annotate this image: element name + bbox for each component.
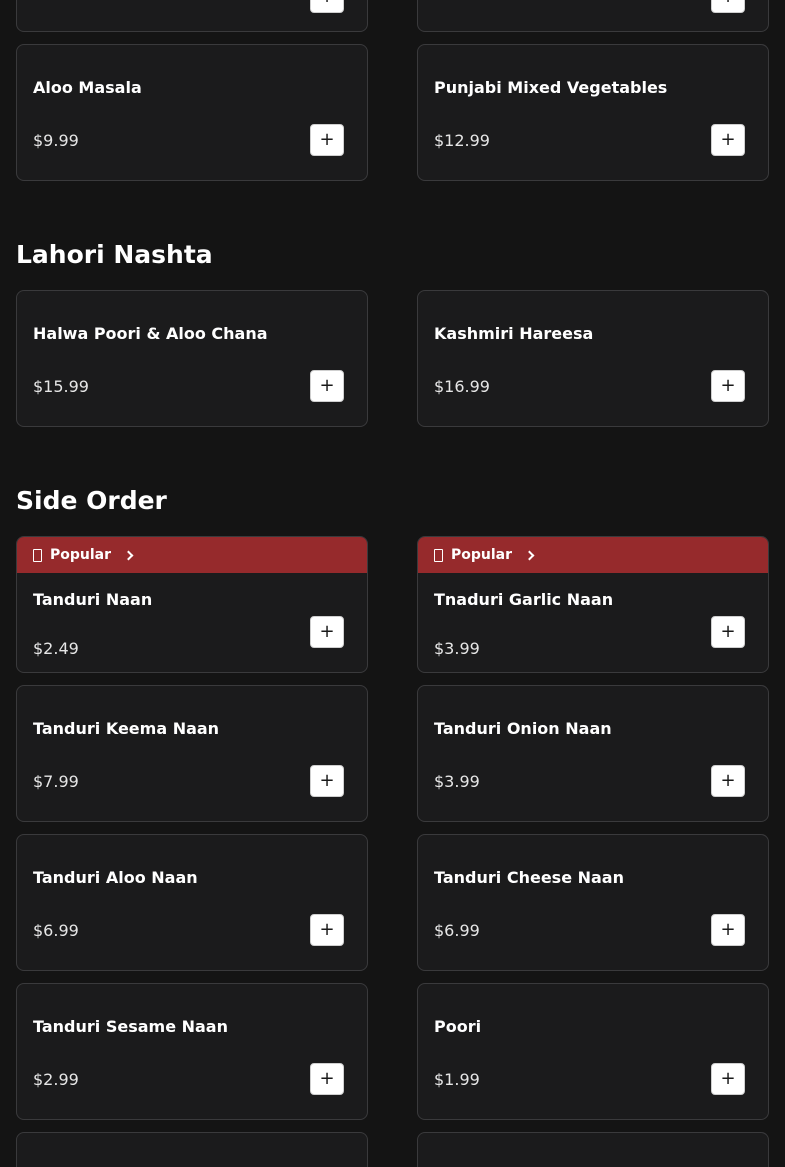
- chevron-right-icon: [524, 550, 535, 560]
- popular-icon: [434, 548, 443, 562]
- popular-badge[interactable]: Popular: [17, 537, 367, 573]
- menu-item-card[interactable]: +: [417, 0, 769, 32]
- add-to-cart-button[interactable]: +: [310, 370, 344, 402]
- item-name: Tanduri Onion Naan: [434, 719, 612, 738]
- item-price: $12.99: [434, 131, 490, 150]
- item-price: $16.99: [434, 377, 490, 396]
- item-price: $1.99: [434, 1070, 480, 1089]
- menu-item-card[interactable]: +: [16, 0, 368, 32]
- item-name: Punjabi Mixed Vegetables: [434, 78, 668, 97]
- item-price: $6.99: [33, 921, 79, 940]
- add-to-cart-button[interactable]: +: [711, 124, 745, 156]
- menu-item-card[interactable]: Punjabi Mixed Vegetables $12.99 +: [417, 44, 769, 181]
- add-to-cart-button[interactable]: +: [711, 765, 745, 797]
- item-name: Halwa Poori & Aloo Chana: [33, 324, 268, 343]
- add-to-cart-button[interactable]: +: [711, 1063, 745, 1095]
- add-to-cart-button[interactable]: +: [711, 616, 745, 648]
- item-price: $2.99: [33, 1070, 79, 1089]
- item-price: $15.99: [33, 377, 89, 396]
- popular-label: Popular: [451, 547, 513, 563]
- section-title-side-order: Side Order: [16, 486, 167, 515]
- menu-item-card[interactable]: Tanduri Cheese Naan $6.99 +: [417, 834, 769, 971]
- chevron-right-icon: [123, 550, 134, 560]
- menu-item-card[interactable]: Tanduri Onion Naan $3.99 +: [417, 685, 769, 822]
- item-name: Tanduri Naan: [33, 590, 153, 609]
- add-to-cart-button[interactable]: +: [310, 1063, 344, 1095]
- menu-item-card[interactable]: Tanduri Keema Naan $7.99 +: [16, 685, 368, 822]
- item-price: $7.99: [33, 772, 79, 791]
- popular-label: Popular: [50, 547, 112, 563]
- item-name: Tanduri Aloo Naan: [33, 868, 198, 887]
- menu-item-card[interactable]: Poori $1.99 +: [417, 983, 769, 1120]
- add-to-cart-button[interactable]: +: [310, 616, 344, 648]
- item-name: Tanduri Sesame Naan: [33, 1017, 228, 1036]
- menu-item-card[interactable]: Tanduri Sesame Naan $2.99 +: [16, 983, 368, 1120]
- add-to-cart-button[interactable]: +: [711, 370, 745, 402]
- add-to-cart-button[interactable]: +: [310, 124, 344, 156]
- item-price: $6.99: [434, 921, 480, 940]
- menu-item-card[interactable]: Kashmiri Hareesa $16.99 +: [417, 290, 769, 427]
- menu-item-card[interactable]: Popular Tnaduri Garlic Naan $3.99 +: [417, 536, 769, 673]
- menu-item-card[interactable]: Popular Tanduri Naan $2.49 +: [16, 536, 368, 673]
- popular-badge[interactable]: Popular: [418, 537, 768, 573]
- section-title-lahori-nashta: Lahori Nashta: [16, 240, 213, 269]
- item-name: Poori: [434, 1017, 482, 1036]
- item-price: $2.49: [33, 639, 79, 658]
- add-to-cart-button[interactable]: +: [711, 0, 745, 13]
- menu-item-card[interactable]: Aloo Masala $9.99 +: [16, 44, 368, 181]
- menu-item-card[interactable]: [16, 1132, 368, 1167]
- menu-item-card[interactable]: [417, 1132, 769, 1167]
- item-name: Kashmiri Hareesa: [434, 324, 594, 343]
- add-to-cart-button[interactable]: +: [310, 0, 344, 13]
- item-price: $3.99: [434, 639, 480, 658]
- add-to-cart-button[interactable]: +: [711, 914, 745, 946]
- menu-page: + + Aloo Masala $9.99 + Punjabi Mixed Ve…: [0, 0, 785, 1167]
- menu-item-card[interactable]: Tanduri Aloo Naan $6.99 +: [16, 834, 368, 971]
- popular-icon: [33, 548, 42, 562]
- add-to-cart-button[interactable]: +: [310, 765, 344, 797]
- item-name: Tnaduri Garlic Naan: [434, 590, 614, 609]
- add-to-cart-button[interactable]: +: [310, 914, 344, 946]
- item-name: Tanduri Cheese Naan: [434, 868, 624, 887]
- item-price: $9.99: [33, 131, 79, 150]
- menu-item-card[interactable]: Halwa Poori & Aloo Chana $15.99 +: [16, 290, 368, 427]
- item-price: $3.99: [434, 772, 480, 791]
- item-name: Tanduri Keema Naan: [33, 719, 220, 738]
- item-name: Aloo Masala: [33, 78, 142, 97]
